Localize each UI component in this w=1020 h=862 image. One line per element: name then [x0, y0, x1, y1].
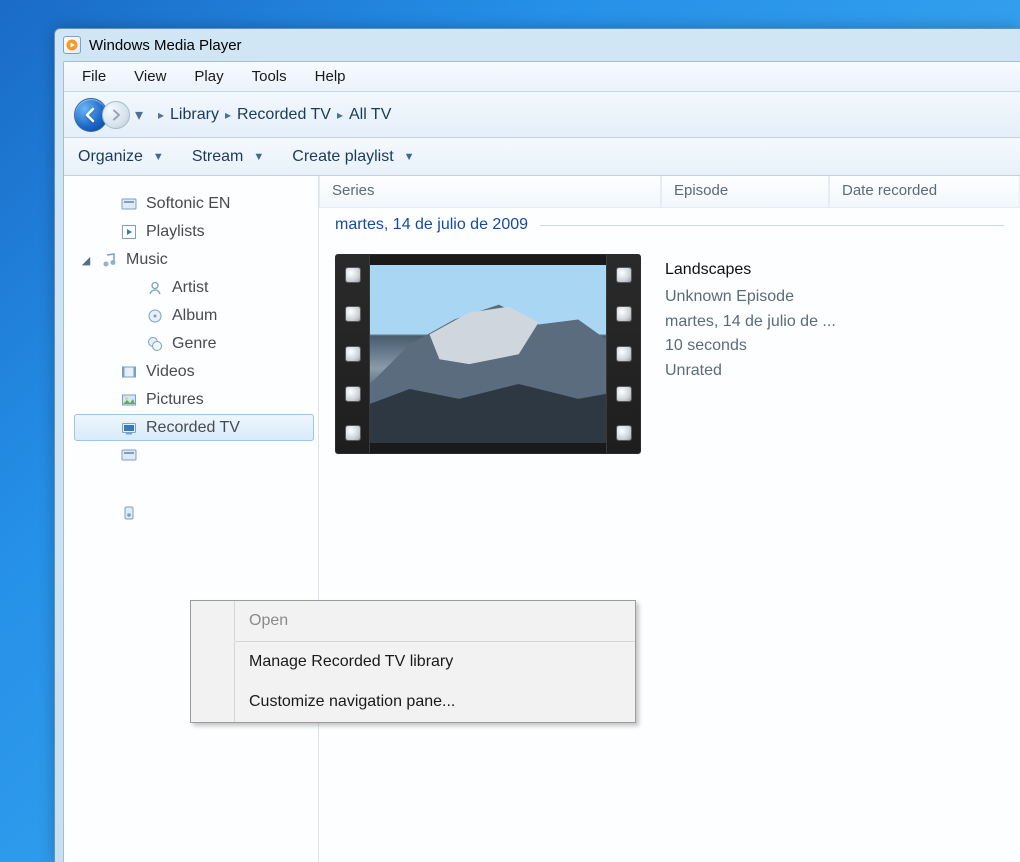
crumb-library[interactable]: Library [170, 106, 219, 124]
artist-icon [146, 279, 164, 297]
column-series[interactable]: Series [319, 176, 661, 208]
crumb-sep-icon: ▸ [225, 108, 231, 122]
item-duration: 10 seconds [665, 334, 836, 359]
sidebar-item-album[interactable]: Album [74, 302, 314, 330]
library-icon [120, 446, 138, 464]
item-title: Landscapes [665, 258, 836, 283]
context-menu-label: Manage Recorded TV library [235, 653, 453, 671]
sidebar-item-label: Recorded TV [146, 419, 240, 437]
column-date-recorded[interactable]: Date recorded [829, 176, 1020, 208]
main-pane: Series Episode Date recorded martes, 14 … [318, 176, 1020, 862]
context-menu: Open Manage Recorded TV library Customiz… [190, 600, 636, 723]
breadcrumb: ▸ Library ▸ Recorded TV ▸ All TV [158, 106, 391, 124]
sidebar-item-music[interactable]: ◢ Music [74, 246, 314, 274]
content-area: Softonic EN Playlists ◢ Music [64, 176, 1020, 862]
window-title: Windows Media Player [89, 37, 242, 54]
window-client: File View Play Tools Help ▾ ▸ [63, 61, 1020, 862]
crumb-sep-icon: ▸ [158, 108, 164, 122]
list-item[interactable]: Landscapes Unknown Episode martes, 14 de… [335, 254, 1020, 454]
item-rating: Unrated [665, 359, 836, 384]
playlist-icon [120, 223, 138, 241]
sidebar-item-label: Videos [146, 363, 195, 381]
sidebar-item-softonic[interactable]: Softonic EN [74, 190, 314, 218]
sidebar-item-videos[interactable]: Videos [74, 358, 314, 386]
album-icon [146, 307, 164, 325]
context-menu-open: Open [191, 601, 635, 641]
toolbar-create-playlist-label: Create playlist [292, 148, 393, 166]
item-episode: Unknown Episode [665, 285, 836, 310]
sidebar-item-label: Music [126, 251, 168, 269]
toolbar-organize-label: Organize [78, 148, 143, 166]
nav-buttons: ▾ [74, 98, 148, 132]
forward-button[interactable] [102, 101, 130, 129]
menu-view[interactable]: View [120, 64, 180, 89]
context-menu-label: Customize navigation pane... [235, 693, 455, 711]
toolbar-stream[interactable]: Stream ▼ [192, 148, 264, 166]
crumb-sep-icon: ▸ [337, 108, 343, 122]
menu-play[interactable]: Play [180, 64, 237, 89]
filmstrip-icon [336, 255, 370, 453]
filmstrip-icon [606, 255, 640, 453]
sidebar-item-label: Playlists [146, 223, 205, 241]
genre-icon [146, 335, 164, 353]
music-icon [100, 251, 118, 269]
app-icon [63, 36, 81, 54]
sidebar-item-recorded-tv[interactable]: Recorded TV [74, 414, 314, 441]
sidebar-item-playlists[interactable]: Playlists [74, 218, 314, 246]
crumb-all-tv[interactable]: All TV [349, 106, 391, 124]
item-metadata: Landscapes Unknown Episode martes, 14 de… [665, 254, 836, 454]
collapse-icon[interactable]: ◢ [80, 254, 92, 267]
menubar: File View Play Tools Help [64, 62, 1020, 92]
group-date-label: martes, 14 de julio de 2009 [335, 216, 528, 234]
chevron-down-icon: ▼ [153, 151, 164, 163]
toolbar-organize[interactable]: Organize ▼ [78, 148, 164, 166]
context-menu-label: Open [235, 612, 288, 630]
sidebar-item-other-2[interactable] [74, 499, 314, 527]
library-icon [120, 195, 138, 213]
chevron-down-icon: ▼ [404, 151, 415, 163]
menu-tools[interactable]: Tools [238, 64, 301, 89]
pictures-icon [120, 391, 138, 409]
sidebar-item-artist[interactable]: Artist [74, 274, 314, 302]
menu-file[interactable]: File [68, 64, 120, 89]
device-icon [120, 504, 138, 522]
navigation-pane: Softonic EN Playlists ◢ Music [64, 176, 318, 862]
column-episode[interactable]: Episode [661, 176, 829, 208]
navbar: ▾ ▸ Library ▸ Recorded TV ▸ All TV [64, 92, 1020, 138]
sidebar-item-pictures[interactable]: Pictures [74, 386, 314, 414]
wmp-window: Windows Media Player File View Play Tool… [54, 28, 1020, 862]
chevron-down-icon: ▼ [253, 151, 264, 163]
menu-help[interactable]: Help [301, 64, 360, 89]
sidebar-item-label: Artist [172, 279, 208, 297]
crumb-recorded-tv[interactable]: Recorded TV [237, 106, 331, 124]
sidebar-item-label: Album [172, 307, 217, 325]
column-headers: Series Episode Date recorded [319, 176, 1020, 208]
videos-icon [120, 363, 138, 381]
nav-history-dropdown[interactable]: ▾ [130, 105, 148, 125]
sidebar-item-label: Genre [172, 335, 216, 353]
toolbar: Organize ▼ Stream ▼ Create playlist ▼ [64, 138, 1020, 176]
sidebar-item-label: Softonic EN [146, 195, 230, 213]
group-header[interactable]: martes, 14 de julio de 2009 [335, 216, 1004, 234]
sidebar-item-other-1[interactable] [74, 441, 314, 469]
toolbar-create-playlist[interactable]: Create playlist ▼ [292, 148, 414, 166]
context-menu-customize[interactable]: Customize navigation pane... [191, 682, 635, 722]
desktop-background: Windows Media Player File View Play Tool… [0, 0, 1020, 862]
group-divider [540, 225, 1004, 226]
sidebar-item-genre[interactable]: Genre [74, 330, 314, 358]
titlebar[interactable]: Windows Media Player [55, 29, 1020, 61]
thumbnail-image [370, 265, 606, 443]
item-date: martes, 14 de julio de ... [665, 310, 836, 335]
toolbar-stream-label: Stream [192, 148, 244, 166]
video-thumbnail [335, 254, 641, 454]
recordedtv-icon [120, 419, 138, 437]
sidebar-item-label: Pictures [146, 391, 204, 409]
context-menu-manage[interactable]: Manage Recorded TV library [191, 642, 635, 682]
